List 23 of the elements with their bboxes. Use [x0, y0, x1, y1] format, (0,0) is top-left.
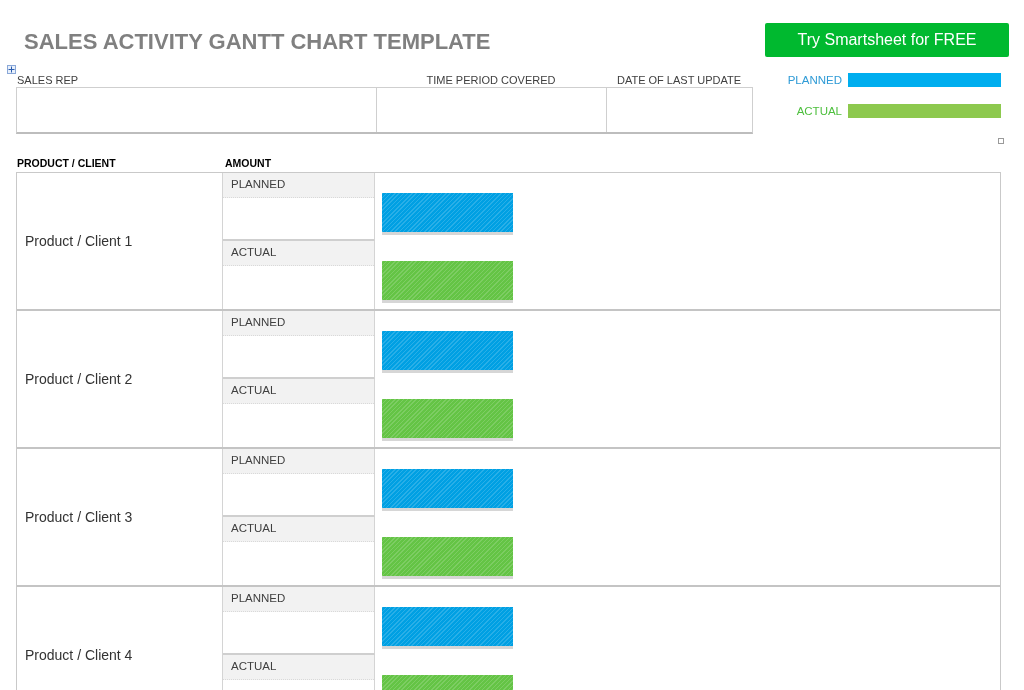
amount-type-label: PLANNED	[223, 587, 374, 612]
legend-label: ACTUAL	[796, 104, 842, 118]
resize-handle-icon[interactable]	[998, 138, 1004, 144]
amount-type-label: ACTUAL	[223, 379, 374, 404]
column-header: AMOUNT	[225, 157, 272, 169]
product-client-name: Product / Client 2	[25, 369, 133, 389]
legend-label: PLANNED	[787, 73, 842, 87]
amount-type-label: ACTUAL	[223, 517, 374, 542]
amount-type-label: PLANNED	[223, 311, 374, 336]
field-label: TIME PERIOD COVERED	[426, 74, 556, 86]
amount-type-label: ACTUAL	[223, 241, 374, 266]
column-header: PRODUCT / CLIENT	[17, 157, 116, 169]
field-label: SALES REP	[17, 74, 79, 86]
try-free-button[interactable]: Try Smartsheet for FREE	[765, 23, 1009, 57]
amount-type-label: PLANNED	[223, 173, 374, 198]
amount-type-label: ACTUAL	[223, 655, 374, 680]
product-client-name: Product / Client 3	[25, 507, 133, 527]
page-title: SALES ACTIVITY GANTT CHART TEMPLATE	[24, 28, 491, 56]
move-handle-icon[interactable]	[7, 65, 16, 74]
field-label: DATE OF LAST UPDATE	[616, 74, 742, 86]
amount-type-label: PLANNED	[223, 449, 374, 474]
product-client-name: Product / Client 4	[25, 645, 133, 665]
product-client-name: Product / Client 1	[25, 231, 133, 251]
